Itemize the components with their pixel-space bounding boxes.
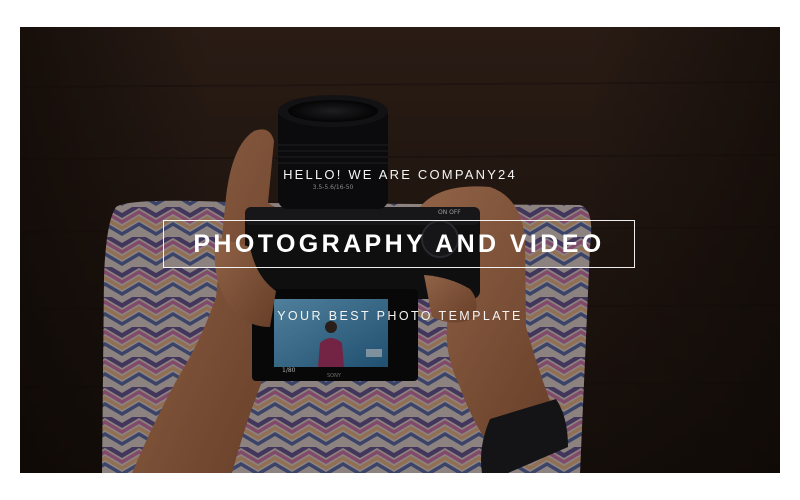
hero-banner: 3.5-5.6/16-50 ON OFF 1/80 SONY HELLO! WE… (20, 27, 780, 473)
hero-title-frame: PHOTOGRAPHY AND VIDEO (163, 220, 635, 268)
page: 3.5-5.6/16-50 ON OFF 1/80 SONY HELLO! WE… (0, 0, 800, 500)
hero-subtitle: YOUR BEST PHOTO TEMPLATE (277, 309, 523, 323)
hero-text-group: HELLO! WE ARE COMPANY24 PHOTOGRAPHY AND … (20, 27, 780, 473)
hero-title: PHOTOGRAPHY AND VIDEO (193, 229, 605, 258)
hero-kicker: HELLO! WE ARE COMPANY24 (283, 167, 517, 182)
